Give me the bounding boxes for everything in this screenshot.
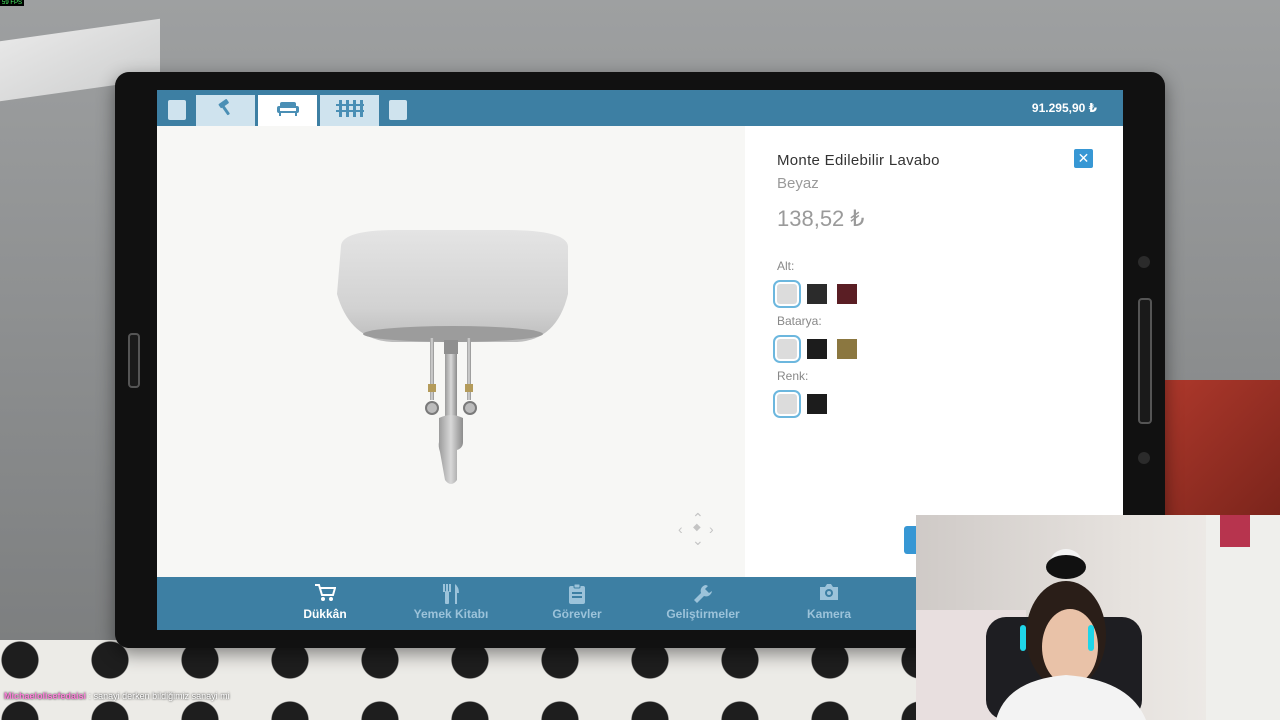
sink-model-image [337, 230, 568, 484]
tab-furniture[interactable] [258, 95, 317, 126]
nav-upgrades-label: Geliştirmeler [666, 607, 740, 621]
move-arrows-icon[interactable]: ⌃ ⌄ ‹ › ◆ [678, 510, 718, 550]
tab-fences[interactable] [320, 95, 379, 126]
stream-chat-message: Michaelolisefedaisi : sanayi derken bild… [4, 691, 230, 701]
swatch-base-burgundy[interactable] [837, 284, 857, 304]
hammer-icon [216, 98, 236, 123]
nav-cookbook-label: Yemek Kitabı [413, 607, 489, 621]
product-preview[interactable]: ⌃ ⌄ ‹ › ◆ [157, 126, 745, 577]
swatch-color-white[interactable] [773, 390, 801, 418]
tablet-side-button[interactable] [1138, 298, 1152, 424]
cutlery-icon [391, 583, 511, 607]
swatch-faucet-brass[interactable] [837, 339, 857, 359]
clipboard-icon [517, 583, 637, 607]
tablet-home-button[interactable] [128, 333, 140, 388]
wrench-icon [643, 583, 763, 607]
money-balance: 91.295,90 ₺ [1031, 101, 1097, 115]
nav-shop[interactable]: Dükkân [265, 583, 385, 621]
camera-icon [769, 583, 889, 607]
tab-scroll-right[interactable] [389, 100, 407, 120]
fence-icon [335, 99, 364, 122]
tablet-camera-dot [1138, 256, 1150, 268]
swatch-base-black[interactable] [807, 284, 827, 304]
product-details-panel: Monte Edilebilir Lavabo Beyaz 138,52 ₺ ✕… [745, 126, 1123, 577]
option-label-faucet: Batarya: [777, 314, 822, 328]
chat-text: : sanayi derken bildiğimiz sanayi mi [88, 691, 230, 701]
product-variant: Beyaz [777, 175, 819, 192]
nav-upgrades[interactable]: Geliştirmeler [643, 583, 763, 621]
streamer-webcam-image [916, 515, 1280, 720]
nav-camera-label: Kamera [806, 607, 852, 621]
close-icon: ✕ [1077, 150, 1090, 166]
option-label-color: Renk: [777, 369, 809, 383]
product-price: 138,52 ₺ [777, 206, 865, 231]
swatch-base-white[interactable] [773, 280, 801, 308]
swatch-faucet-white[interactable] [773, 335, 801, 363]
nav-tasks[interactable]: Görevler [517, 583, 637, 621]
swatch-faucet-black[interactable] [807, 339, 827, 359]
sofa-icon [276, 99, 300, 122]
nav-cookbook[interactable]: Yemek Kitabı [391, 583, 511, 621]
cart-icon [265, 583, 385, 607]
nav-tasks-label: Görevler [552, 607, 602, 621]
nav-shop-label: Dükkân [303, 607, 347, 621]
tablet-sensor-dot [1138, 452, 1150, 464]
product-title: Monte Edilebilir Lavabo [777, 152, 940, 169]
option-label-base: Alt: [777, 259, 795, 273]
chat-username: Michaelolisefedaisi [4, 691, 87, 701]
fps-counter: 59 FPS [0, 0, 25, 6]
webcam-overlay [916, 515, 1280, 720]
nav-camera[interactable]: Kamera [769, 583, 889, 621]
swatch-color-black[interactable] [807, 394, 827, 414]
tab-scroll-left[interactable] [168, 100, 186, 120]
shop-topbar: 91.295,90 ₺ [157, 90, 1123, 126]
game-world-red-object [1150, 380, 1280, 520]
close-button[interactable]: ✕ [1074, 149, 1093, 168]
tab-tools[interactable] [196, 95, 255, 126]
